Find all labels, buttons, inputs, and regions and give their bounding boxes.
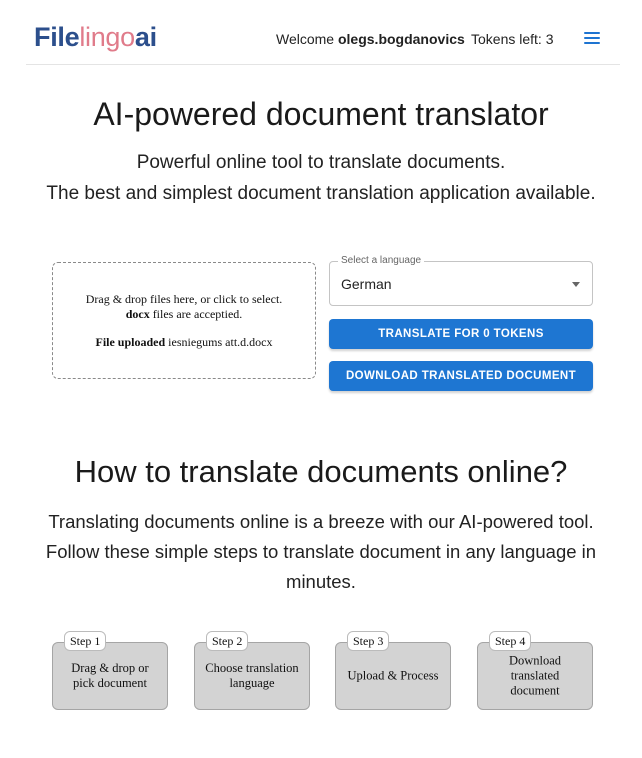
how-to-title: How to translate documents online? (74, 454, 568, 489)
step-text: Drag & drop or pick document (71, 661, 149, 690)
hero-subtitle-1: Powerful online tool to translate docume… (136, 152, 506, 173)
file-dropzone[interactable]: Drag & drop files here, or click to sele… (52, 262, 316, 379)
page-title: AI-powered document translator (93, 96, 549, 132)
step-card-1: Step 1 Drag & drop or pick document (52, 631, 168, 710)
language-select-value: German (341, 276, 392, 292)
step-card-4: Step 4 Download translated document (477, 631, 593, 710)
uploaded-file-name: iesniegums att.d.docx (165, 335, 273, 349)
step-text: Download translated document (508, 653, 562, 698)
tokens-left: Tokens left: 3 (471, 31, 554, 47)
hero-subtitle-2: The best and simplest document translati… (46, 183, 596, 204)
step-badge: Step 3 (347, 631, 390, 651)
step-card-2: Step 2 Choose translation language (194, 631, 310, 710)
how-to-description: Translating documents online is a breeze… (45, 511, 597, 592)
language-select-label: Select a language (338, 255, 425, 266)
download-translated-button[interactable]: Download translated document (329, 361, 593, 391)
step-badge: Step 4 (489, 631, 532, 651)
username: olegs.bogdanovics (337, 31, 465, 47)
dropzone-accepted-types: docx files are acceptied. (125, 307, 243, 321)
step-badge: Step 1 (64, 631, 107, 651)
welcome-text: Welcome olegs.bogdanovics (276, 31, 465, 47)
uploaded-file-info: File uploaded iesniegums att.d.docx (95, 335, 273, 349)
language-select[interactable]: Select a language German (329, 255, 593, 306)
header: Filelingoai Welcome olegs.bogdanovics To… (26, 12, 620, 65)
translate-button[interactable]: Translate for 0 tokens (329, 319, 593, 349)
hamburger-menu-icon[interactable] (584, 32, 600, 46)
step-card-3: Step 3 Upload & Process (335, 631, 451, 710)
step-text: Upload & Process (347, 668, 439, 683)
step-badge: Step 2 (206, 631, 249, 651)
dropzone-instructions: Drag & drop files here, or click to sele… (85, 292, 283, 306)
filelingoai-logo[interactable]: Filelingoai (34, 21, 157, 53)
caret-down-icon (572, 282, 580, 287)
step-text: Choose translation language (205, 661, 299, 690)
